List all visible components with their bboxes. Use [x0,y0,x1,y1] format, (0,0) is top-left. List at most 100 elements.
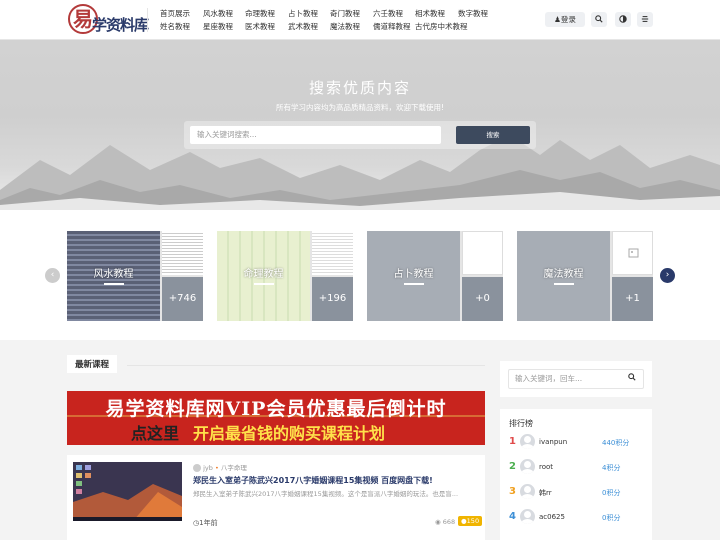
nav-divider [147,8,148,32]
nav-item[interactable]: 风水教程 [203,8,233,19]
card-label: 风水教程 [93,269,134,280]
hero-section: 搜索优质内容 所有学习内容均为高品质精品资料，欢迎下载使用! 输入关键词搜索..… [0,40,720,210]
hero-search-button[interactable]: 搜索 [456,126,530,144]
user-avatar-icon[interactable] [520,484,535,499]
card-thumb [162,231,203,275]
post-thumbnail[interactable] [73,462,182,521]
rank-number: 4 [509,511,516,522]
rank-username[interactable]: ivanpun [539,438,567,446]
nav-item[interactable]: 姓名教程 [160,21,190,32]
rank-username[interactable]: 韩rr [539,488,552,498]
category-dot-icon: • [214,464,219,472]
rank-score: 4积分 [602,464,621,472]
category-card-fengshui[interactable]: +746 风水教程 [67,231,203,321]
search-icon[interactable] [591,12,607,27]
ranking-row[interactable]: 3 韩rr 0积分 [509,484,649,500]
menu-icon[interactable] [637,12,653,27]
nav-item[interactable]: 古代房中术教程 [415,21,468,32]
post-time: ◷1年前 [193,518,218,528]
card-thumb [462,231,503,275]
ranking-row[interactable]: 4 ac0625 0积分 [509,509,649,525]
rank-number: 2 [509,461,516,472]
nav-item[interactable]: 占卜教程 [288,8,318,19]
nav-item[interactable]: 奇门教程 [330,8,360,19]
rank-username[interactable]: ac0625 [539,513,565,521]
user-avatar-icon[interactable] [520,434,535,449]
card-count: +746 [162,277,203,321]
post-category[interactable]: 八字命理 [221,464,247,472]
post-author[interactable]: jyb [203,464,213,472]
ranking-title: 排行榜 [509,419,533,428]
post-time-text: 1年前 [199,519,218,527]
card-thumb [312,231,353,275]
nav-item[interactable]: 六壬教程 [373,8,403,19]
section-rule [127,365,485,366]
hero-search-box: 输入关键词搜索... 搜索 [184,121,536,149]
category-card-mingli[interactable]: +196 命理教程 [217,231,353,321]
post-card[interactable]: jyb • 八字命理 郑民生入室弟子陈武兴2017八字婚姻课程15集视频 百度网… [67,455,485,540]
post-title[interactable]: 郑民生入室弟子陈武兴2017八字婚姻课程15集视频 百度网盘下载! [193,475,433,486]
nav-item[interactable]: 医术教程 [245,21,275,32]
sidebar-search: 输入关键词，回车... [500,361,652,397]
card-label: 占卜教程 [393,269,434,280]
card-underline [554,283,574,285]
image-placeholder-icon [628,248,639,258]
card-count: +1 [612,277,653,321]
avatar-icon [193,464,201,472]
post-views: ◉ 668 [435,518,455,526]
nav-item[interactable]: 武术教程 [288,21,318,32]
rank-score: 0积分 [602,489,621,497]
post-views-count: 668 [442,518,456,526]
banner-cta: 开启最省钱的购买课程计划 [193,424,386,443]
card-underline [104,283,124,285]
rank-number: 3 [509,486,516,497]
rank-score: 0积分 [602,514,621,522]
hero-search-input[interactable]: 输入关键词搜索... [190,126,441,144]
section-header: 最新课程 [67,355,485,373]
carousel-prev-button[interactable]: ‹ [45,268,60,283]
banner-click-here: 点这里 [131,424,180,443]
nav-item[interactable]: 星座教程 [203,21,233,32]
nav-item[interactable]: 魔法教程 [330,21,360,32]
category-card-mofa[interactable]: +1 魔法教程 [517,231,653,321]
card-thumb [612,231,653,275]
user-avatar-icon[interactable] [520,509,535,524]
eye-icon: ◉ [435,518,441,526]
nav-item[interactable]: 相术教程 [415,8,445,19]
carousel-next-button[interactable]: › [660,268,675,283]
login-button[interactable]: ♟登录 [545,12,585,27]
section-title: 最新课程 [67,355,118,373]
sidebar-search-input[interactable]: 输入关键词，回车... [508,369,644,389]
nav-item[interactable]: 命理教程 [245,8,275,19]
hero-subtitle: 所有学习内容均为高品质精品资料，欢迎下载使用! [275,103,444,112]
category-carousel: ‹ › +746 风水教程 +196 命理教程 +0 占卜教程 +1 魔法教程 [0,210,720,340]
card-count: +196 [312,277,353,321]
card-count: +0 [462,277,503,321]
banner-headline: 易学资料库网VIP会员优惠最后倒计时 [105,398,447,420]
post-points: 150 [466,517,480,525]
nav-item[interactable]: 儒道释教程 [373,21,411,32]
nav-item[interactable]: 首页展示 [160,8,190,19]
ranking-widget: 排行榜 1 ivanpun 440积分 2 root 4积分 3 韩rr 0积分 4 ac0625 0… [500,409,652,540]
hero-title: 搜索优质内容 [308,79,411,97]
ranking-row[interactable]: 1 ivanpun 440积分 [509,434,649,450]
site-header: 易 学资料库 首页展示 风水教程 命理教程 占卜教程 奇门教程 六壬教程 相术教程 数字教程姓… [0,0,720,40]
post-meta: jyb • 八字命理 [193,462,247,472]
category-card-zhanbu[interactable]: +0 占卜教程 [367,231,503,321]
post-points-badge: ●150 [458,516,483,526]
nav-item[interactable]: 数字教程 [458,8,488,19]
rank-score: 440积分 [602,439,630,447]
card-label: 魔法教程 [543,269,584,280]
vip-promo-banner[interactable]: 易学资料库网VIP会员优惠最后倒计时 点这里 开启最省钱的购买课程计划 [67,391,485,445]
ranking-row[interactable]: 2 root 4积分 [509,459,649,475]
rank-number: 1 [509,436,516,447]
card-label: 命理教程 [243,269,284,280]
user-avatar-icon[interactable] [520,459,535,474]
search-icon[interactable] [628,373,636,383]
post-excerpt: 郑民生入室弟子陈武兴2017八字婚姻课程15集视频。这个是盲派八字婚姻的玩法。也… [193,490,459,498]
rank-username[interactable]: root [539,463,553,471]
user-icon: ♟ [554,15,561,24]
card-underline [404,283,424,285]
card-underline [254,283,274,285]
theme-toggle-icon[interactable] [615,12,631,27]
